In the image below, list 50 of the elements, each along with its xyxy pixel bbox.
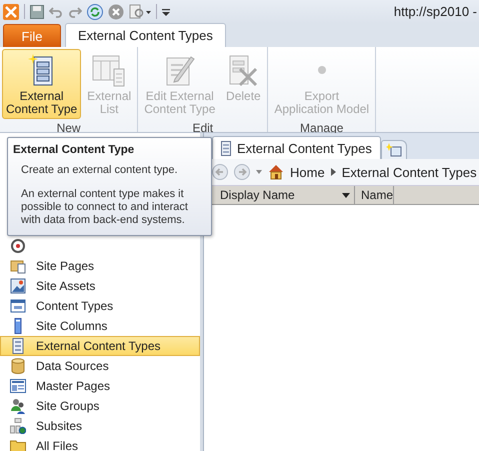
site-address: http://sp2010 - xyxy=(394,4,478,19)
customize-icon[interactable] xyxy=(162,6,170,16)
column-header[interactable]: Name xyxy=(355,186,394,204)
home-icon xyxy=(268,164,284,180)
tooltip-title: External Content Type xyxy=(13,144,136,156)
list-icon xyxy=(10,338,26,354)
sidebar-item[interactable]: Site Groups xyxy=(0,396,200,416)
table-list-icon xyxy=(92,53,126,87)
redo-icon[interactable] xyxy=(68,4,82,18)
undo-icon[interactable] xyxy=(49,4,63,18)
new-page-icon xyxy=(386,143,402,157)
group-label: New xyxy=(56,120,82,137)
workflow-icon xyxy=(10,238,26,254)
new-tab-button[interactable] xyxy=(380,140,407,159)
image-icon xyxy=(10,278,26,294)
sidebar-item[interactable]: Master Pages xyxy=(0,376,200,396)
sitemap-icon xyxy=(10,418,26,434)
database-icon xyxy=(10,358,26,374)
breadcrumb-item[interactable]: External Content Types xyxy=(342,164,477,180)
folder-icon xyxy=(10,438,26,451)
refresh-icon[interactable] xyxy=(87,4,103,20)
window-icon xyxy=(10,298,26,314)
dropdown-icon[interactable] xyxy=(342,192,350,198)
group-label: Manage xyxy=(299,120,344,137)
back-icon[interactable] xyxy=(212,164,228,180)
list-icon xyxy=(221,140,231,156)
sidebar-item[interactable]: Site Columns xyxy=(0,316,200,336)
ribbon-button[interactable]: External Content Type xyxy=(2,49,82,119)
app-icon[interactable] xyxy=(3,4,19,20)
chevron-icon xyxy=(330,168,336,176)
sidebar-item[interactable]: External Content Types xyxy=(0,336,200,356)
folder-page-icon xyxy=(10,258,26,274)
sidebar-item[interactable]: Site Assets xyxy=(0,276,200,296)
sidebar-item[interactable]: Content Types xyxy=(0,296,200,316)
dot-icon xyxy=(316,65,327,75)
tooltip-text: An external content type makes it possible to connect to and interact with data from back-end systems. xyxy=(20,188,189,227)
ribbon-tab[interactable]: External Content Types xyxy=(65,23,226,47)
stop-icon[interactable] xyxy=(108,4,124,20)
forward-icon[interactable] xyxy=(234,164,250,180)
document-tab[interactable]: External Content Types xyxy=(212,136,381,159)
sidebar-item[interactable]: Data Sources xyxy=(0,356,200,376)
people-icon xyxy=(10,398,26,414)
sidebar-item[interactable]: Site Pages xyxy=(0,256,200,276)
group-label: Edit xyxy=(191,120,214,137)
breadcrumb-link[interactable]: Home xyxy=(290,164,325,180)
layout-icon xyxy=(10,378,26,394)
save-icon[interactable] xyxy=(30,4,44,18)
sidebar-item[interactable]: Subsites xyxy=(0,416,200,436)
tooltip-text: Create an external content type. xyxy=(20,164,179,177)
sidebar-item[interactable]: All Files xyxy=(0,436,200,451)
